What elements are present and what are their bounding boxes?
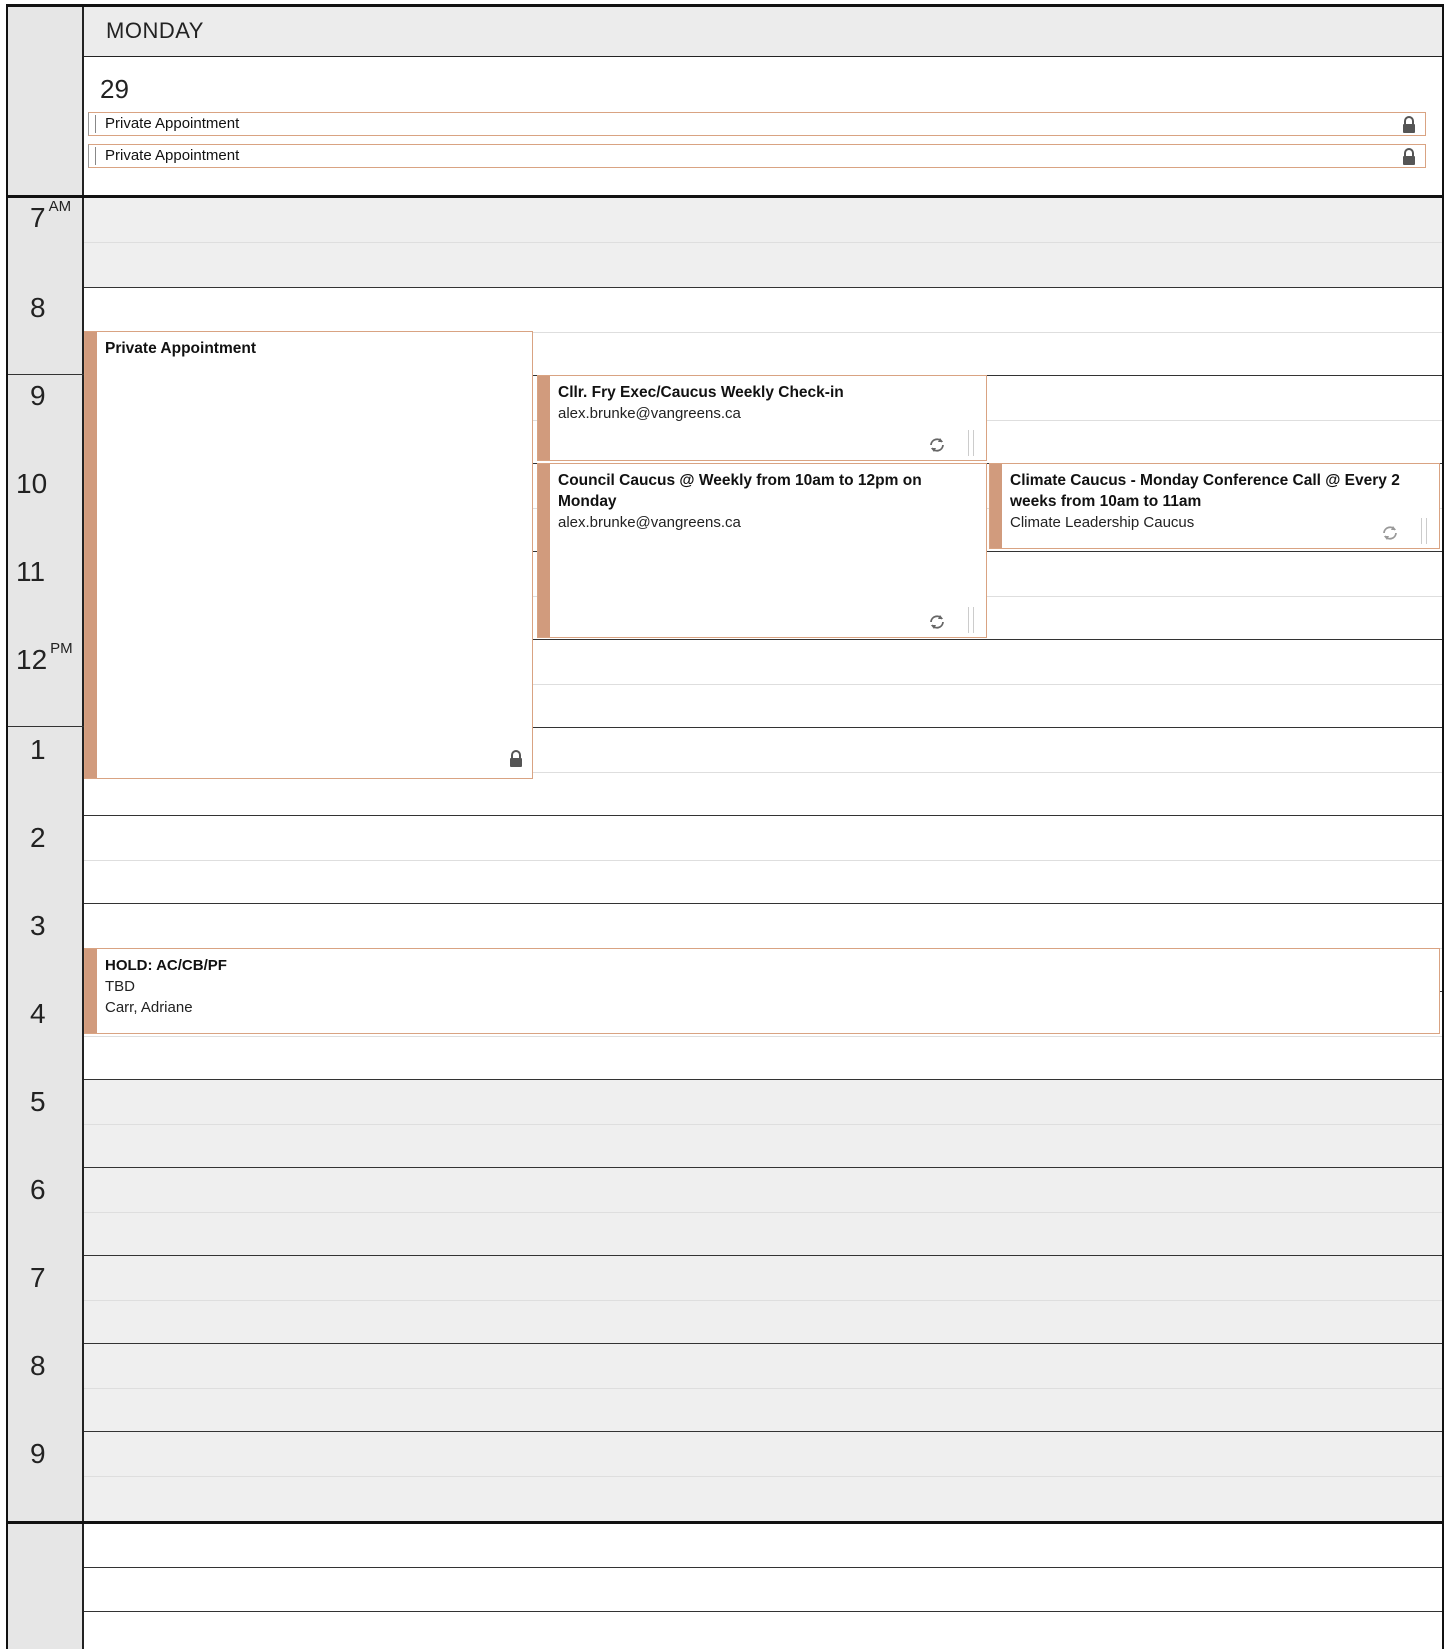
hour-label: 8 [30,292,46,323]
hour-slot[interactable] [84,1080,1442,1168]
time-column [8,7,84,1649]
appointment-organizer: alex.brunke@vangreens.ca [558,514,741,531]
appointment-location: TBD [105,978,135,995]
hour-label: 4 [30,998,46,1029]
day-number[interactable]: 29 [100,74,129,105]
hour-label: 7 AM [30,198,72,233]
divider [8,374,84,375]
hour-label: 7 [30,1262,46,1293]
appointment-title-text: Climate Caucus - Monday Conference Call … [1010,472,1400,489]
day-header [84,7,1442,57]
appointment-organizer: alex.brunke@vangreens.ca [558,405,741,422]
hour-slot[interactable] [84,1256,1442,1344]
footer-row [84,1524,1442,1568]
hour-label: 6 [30,1174,46,1205]
footer-row [84,1568,1442,1612]
recurring-icon [1383,526,1397,540]
appointment-accent [85,332,97,778]
lock-icon [1403,148,1415,165]
appointment-title-text: Cllr. Fry Exec/Caucus Weekly Check-in [558,384,844,401]
appointment-accent [990,464,1002,548]
divider [8,726,84,727]
appointment-title-text: weeks from 10am to 11am [1010,493,1202,510]
divider [95,147,96,165]
hour-slot[interactable] [84,1168,1442,1256]
appointment-title: HOLD: AC/CB/PF TBD Carr, Adriane [105,955,227,1018]
divider [95,115,96,133]
appointment-title: Private Appointment [105,115,240,132]
hour-label: 10 [16,468,48,499]
appointment-title-text: HOLD: AC/CB/PF [105,957,227,974]
hour-label: 9 [30,1438,46,1469]
hour-slot[interactable] [84,198,1442,288]
appointment-organizer: Climate Leadership Caucus [1010,514,1195,531]
appointment-organizer: Carr, Adriane [105,999,193,1016]
hour-slot[interactable] [84,816,1442,904]
hour-label: 11 [16,556,46,587]
hour-slot[interactable] [84,1432,1442,1521]
recurring-icon [930,438,944,452]
appointment-private[interactable]: Private Appointment [84,331,533,779]
appointment-title-text: Monday [558,493,617,510]
hour-slot[interactable] [84,1344,1442,1432]
appointment-title-text: Council Caucus @ Weekly from 10am to 12p… [558,472,922,489]
hour-label: 3 [30,910,46,941]
appointment-council-caucus[interactable]: Council Caucus @ Weekly from 10am to 12p… [537,463,987,638]
appointment-title: Council Caucus @ Weekly from 10am to 12p… [558,470,922,533]
day-name: MONDAY [106,18,204,43]
recurring-icon [930,615,944,629]
appointment-title: Cllr. Fry Exec/Caucus Weekly Check-in al… [558,382,844,424]
hour-label: 2 [30,822,46,853]
hour-label: 1 [30,734,46,765]
appointment-title: Climate Caucus - Monday Conference Call … [1010,470,1400,533]
appointment-fry-checkin[interactable]: Cllr. Fry Exec/Caucus Weekly Check-in al… [537,375,987,461]
appointment-accent [538,376,550,460]
appointment-climate-caucus[interactable]: Climate Caucus - Monday Conference Call … [989,463,1440,549]
appointment-accent [538,464,550,637]
appointment-hold[interactable]: HOLD: AC/CB/PF TBD Carr, Adriane [84,948,1440,1034]
appointment-title: Private Appointment [105,340,256,357]
resize-handle[interactable] [1421,518,1427,544]
resize-handle[interactable] [968,430,974,456]
hour-label: 9 [30,380,46,411]
hour-label: 12 PM [16,640,73,675]
all-day-appointment[interactable]: Private Appointment [88,112,1426,136]
lock-icon [1403,116,1415,133]
appointment-title: Private Appointment [105,147,240,164]
resize-handle[interactable] [968,607,974,633]
appointment-accent [85,949,97,1033]
lock-icon [510,750,522,767]
hour-label: 5 [30,1086,46,1117]
all-day-appointment[interactable]: Private Appointment [88,144,1426,168]
hour-label: 8 [30,1350,46,1381]
